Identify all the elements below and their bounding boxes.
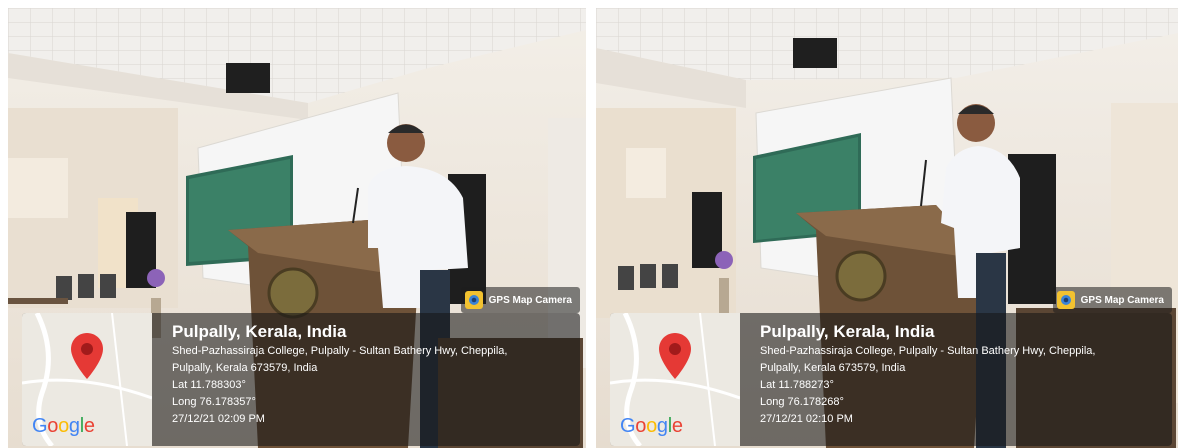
map-pin-icon — [71, 333, 103, 379]
location-overlay: Google Pulpally, Kerala, India Shed-Pazh… — [22, 313, 580, 446]
longitude: Long 76.178268° — [760, 396, 844, 408]
latitude: Lat 11.788303° — [172, 379, 246, 391]
camera-app-icon — [1056, 291, 1075, 309]
timestamp: 27/12/21 02:09 PM — [172, 413, 265, 425]
gps-camera-badge: GPS Map Camera — [460, 287, 580, 313]
timestamp: 27/12/21 02:10 PM — [760, 413, 853, 425]
address-line-2: Pulpally, Kerala 673579, India — [760, 362, 906, 374]
location-info: Pulpally, Kerala, India Shed-Pazhassiraj… — [172, 321, 574, 428]
gps-camera-label: GPS Map Camera — [1080, 294, 1164, 306]
map-thumbnail: Google — [610, 313, 740, 446]
address-line-2: Pulpally, Kerala 673579, India — [172, 362, 318, 374]
gps-camera-badge: GPS Map Camera — [1052, 287, 1172, 313]
address-line-1: Shed-Pazhassiraja College, Pulpally - Su… — [760, 345, 1096, 357]
photo-left: GPS Map Camera Google Pulpally, Kerala, … — [8, 8, 586, 448]
latitude: Lat 11.788273° — [760, 379, 834, 391]
address-line-1: Shed-Pazhassiraja College, Pulpally - Su… — [172, 345, 508, 357]
gps-camera-label: GPS Map Camera — [488, 294, 572, 306]
longitude: Long 76.178357° — [172, 396, 256, 408]
camera-app-icon — [464, 291, 483, 309]
photo-right: GPS Map Camera Google Pulpally, Kerala, … — [596, 8, 1178, 448]
location-title: Pulpally, Kerala, India — [760, 322, 935, 341]
location-overlay: Google Pulpally, Kerala, India Shed-Pazh… — [610, 313, 1172, 446]
google-logo: Google — [32, 415, 95, 437]
location-info: Pulpally, Kerala, India Shed-Pazhassiraj… — [760, 321, 1166, 428]
map-thumbnail: Google — [22, 313, 152, 446]
map-pin-icon — [659, 333, 691, 379]
google-logo: Google — [620, 415, 683, 437]
location-title: Pulpally, Kerala, India — [172, 322, 347, 341]
